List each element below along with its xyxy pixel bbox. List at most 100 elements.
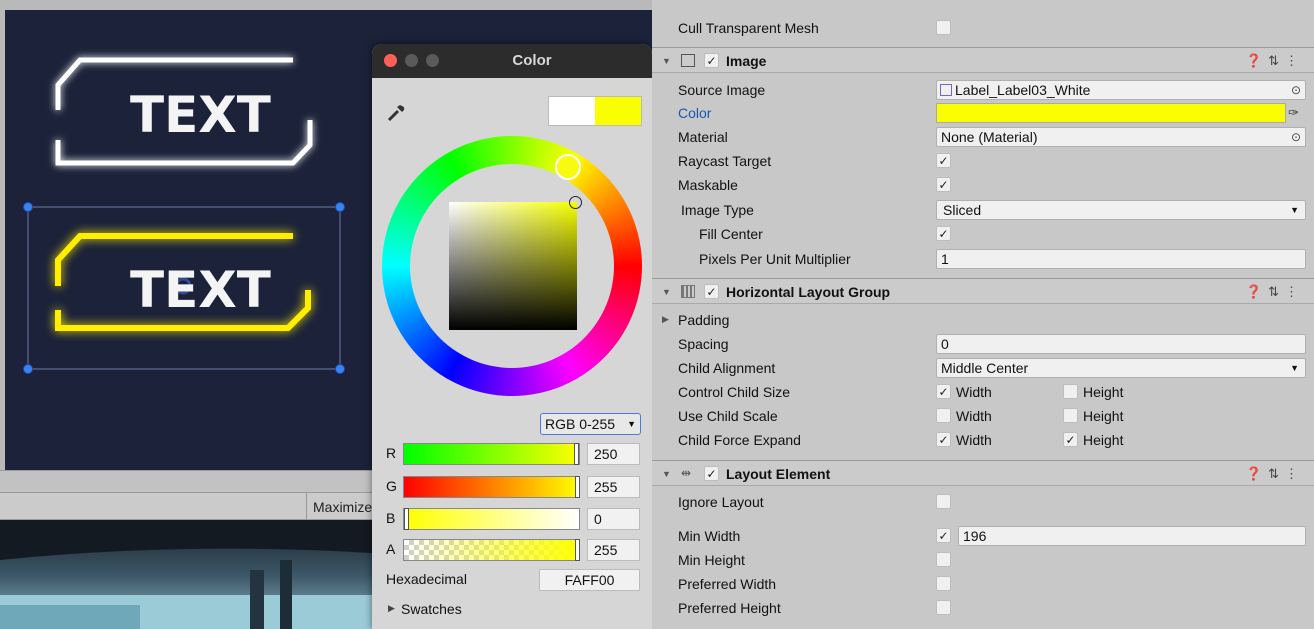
object-picker-icon[interactable]: ⊙ xyxy=(1291,81,1301,99)
hlg-enabled-checkbox[interactable]: ✓ xyxy=(704,284,719,299)
preferred-width-checkbox[interactable] xyxy=(936,576,951,591)
min-width-label: Min Width xyxy=(678,528,741,544)
fill-center-checkbox[interactable]: ✓ xyxy=(936,226,951,241)
child-force-expand-width-checkbox[interactable]: ✓ xyxy=(936,432,951,447)
image-type-value: Sliced xyxy=(943,202,982,218)
child-force-expand-height-checkbox[interactable]: ✓ xyxy=(1063,432,1078,447)
ppu-field[interactable]: 1 xyxy=(936,249,1306,269)
resize-handle-bl[interactable] xyxy=(23,364,33,374)
channel-b-field[interactable]: 0 xyxy=(587,508,640,530)
foldout-arrow-icon[interactable]: ▶ xyxy=(662,314,669,325)
min-height-checkbox[interactable] xyxy=(936,552,951,567)
hlg-component-header[interactable]: ▼ ✓ Horizontal Layout Group ❓⇅⋮ xyxy=(652,278,1314,304)
child-alignment-dropdown[interactable]: Middle Center ▼ xyxy=(936,358,1306,378)
image-component-header[interactable]: ▼ ✓ Image ❓⇅⋮ xyxy=(652,47,1314,73)
hue-handle[interactable] xyxy=(555,154,581,180)
row-color: Color ✑ xyxy=(652,101,1314,125)
min-width-field[interactable]: 196 xyxy=(958,526,1306,546)
color-picker-window: Color RGB 0-255 ▼ R 250 G 255 B 0 A 255 H… xyxy=(372,44,652,629)
spacing-field[interactable]: 0 xyxy=(936,334,1306,354)
cull-transparent-mesh-label: Cull Transparent Mesh xyxy=(678,20,819,36)
eyedropper-icon[interactable] xyxy=(385,102,407,124)
channel-b-slider[interactable] xyxy=(403,508,580,530)
child-alignment-label: Child Alignment xyxy=(678,360,776,376)
component-menu-icons[interactable]: ❓⇅⋮ xyxy=(1246,48,1304,74)
hex-field[interactable]: FAFF00 xyxy=(539,569,640,591)
hex-label: Hexadecimal xyxy=(386,571,467,587)
color-field[interactable] xyxy=(936,103,1286,123)
resize-handle-br[interactable] xyxy=(335,364,345,374)
use-child-scale-width-checkbox[interactable] xyxy=(936,408,951,423)
object-picker-icon[interactable]: ⊙ xyxy=(1291,128,1301,146)
saturation-value-square[interactable] xyxy=(449,202,577,330)
row-ignore-layout: Ignore Layout xyxy=(652,490,1314,514)
child-force-expand-label: Child Force Expand xyxy=(678,432,801,448)
fill-center-label: Fill Center xyxy=(699,226,763,242)
layout-element-icon: ⇹ xyxy=(681,466,692,480)
foldout-arrow-icon[interactable]: ▼ xyxy=(662,56,671,66)
row-padding[interactable]: ▶ Padding xyxy=(652,308,1314,332)
min-width-checkbox[interactable]: ✓ xyxy=(936,528,951,543)
previous-color-swatch xyxy=(549,97,595,125)
preferred-width-label: Preferred Width xyxy=(678,576,777,592)
layout-element-enabled-checkbox[interactable]: ✓ xyxy=(704,466,719,481)
component-menu-icons[interactable]: ❓⇅⋮ xyxy=(1246,461,1304,487)
resize-handle-tl[interactable] xyxy=(23,202,33,212)
image-component-icon xyxy=(681,54,695,67)
maximize-button[interactable]: Maximize xyxy=(306,493,376,521)
channel-a-field[interactable]: 255 xyxy=(587,539,640,561)
use-child-scale-height-checkbox[interactable] xyxy=(1063,408,1078,423)
row-material: Material None (Material) ⊙ xyxy=(652,125,1314,149)
color-preview xyxy=(548,96,642,126)
maskable-label: Maskable xyxy=(678,177,738,193)
height-label: Height xyxy=(1083,384,1124,400)
maskable-checkbox[interactable]: ✓ xyxy=(936,177,951,192)
swatches-toggle[interactable]: Swatches xyxy=(401,601,462,617)
resize-handle-tr[interactable] xyxy=(335,202,345,212)
row-control-child-size: Control Child Size ✓ Width Height xyxy=(652,380,1314,404)
preferred-height-checkbox[interactable] xyxy=(936,600,951,615)
color-mode-select[interactable]: RGB 0-255 ▼ xyxy=(540,413,641,435)
chevron-down-icon: ▼ xyxy=(1290,363,1299,373)
foldout-arrow-icon[interactable]: ▼ xyxy=(662,469,671,479)
row-cull-transparent-mesh: Cull Transparent Mesh xyxy=(652,16,1314,40)
image-type-dropdown[interactable]: Sliced ▼ xyxy=(936,200,1306,220)
channel-g-field[interactable]: 255 xyxy=(587,476,640,498)
eyedropper-icon[interactable]: ✑ xyxy=(1288,105,1299,121)
control-child-size-width-checkbox[interactable]: ✓ xyxy=(936,384,951,399)
ppu-label: Pixels Per Unit Multiplier xyxy=(699,251,851,267)
source-image-field[interactable]: Label_Label03_White ⊙ xyxy=(936,80,1306,100)
width-label: Width xyxy=(956,408,992,424)
row-use-child-scale: Use Child Scale Width Height xyxy=(652,404,1314,428)
chevron-down-icon: ▼ xyxy=(1290,205,1299,215)
channel-g-slider[interactable] xyxy=(403,476,580,498)
raycast-target-checkbox[interactable]: ✓ xyxy=(936,153,951,168)
layout-element-header[interactable]: ▼ ⇹ ✓ Layout Element ❓⇅⋮ xyxy=(652,460,1314,486)
channel-r-slider[interactable] xyxy=(403,443,580,465)
inspector-panel: Cull Transparent Mesh ▼ ✓ Image ❓⇅⋮ Sour… xyxy=(652,0,1314,629)
control-child-size-height-checkbox[interactable] xyxy=(1063,384,1078,399)
raycast-target-label: Raycast Target xyxy=(678,153,772,169)
channel-a-label: A xyxy=(386,541,396,557)
ignore-layout-checkbox[interactable] xyxy=(936,494,951,509)
sprite-icon xyxy=(940,84,952,96)
material-field[interactable]: None (Material) ⊙ xyxy=(936,127,1306,147)
foldout-arrow-icon[interactable]: ▼ xyxy=(662,287,671,297)
row-source-image: Source Image Label_Label03_White ⊙ xyxy=(652,78,1314,102)
image-title: Image xyxy=(726,53,767,69)
picker-titlebar[interactable]: Color xyxy=(372,44,652,78)
row-preferred-width: Preferred Width xyxy=(652,572,1314,596)
preferred-height-label: Preferred Height xyxy=(678,600,781,616)
image-enabled-checkbox[interactable]: ✓ xyxy=(704,53,719,68)
width-label: Width xyxy=(956,432,992,448)
channel-r-field[interactable]: 250 xyxy=(587,443,640,465)
channel-a-slider[interactable] xyxy=(403,539,580,561)
disclosure-triangle-icon[interactable]: ▶ xyxy=(388,603,395,614)
label-bottom-text: TEXT xyxy=(130,261,271,319)
cull-transparent-mesh-checkbox[interactable] xyxy=(936,20,951,35)
component-menu-icons[interactable]: ❓⇅⋮ xyxy=(1246,279,1304,305)
chevron-down-icon: ▼ xyxy=(627,419,636,429)
row-raycast-target: Raycast Target ✓ xyxy=(652,149,1314,173)
channel-b-label: B xyxy=(386,510,396,526)
sv-handle[interactable] xyxy=(569,196,582,209)
